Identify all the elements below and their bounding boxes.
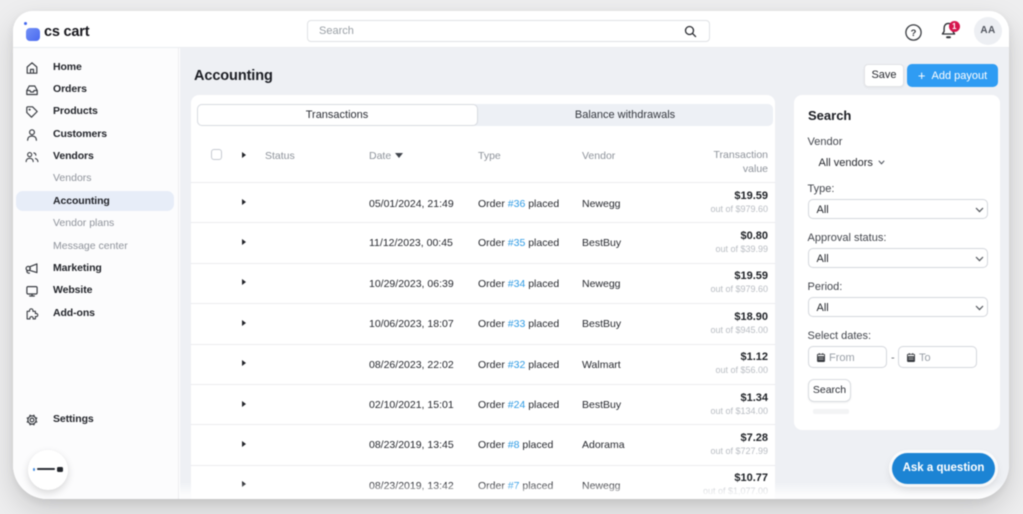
svg-text:?: ? — [911, 28, 917, 39]
